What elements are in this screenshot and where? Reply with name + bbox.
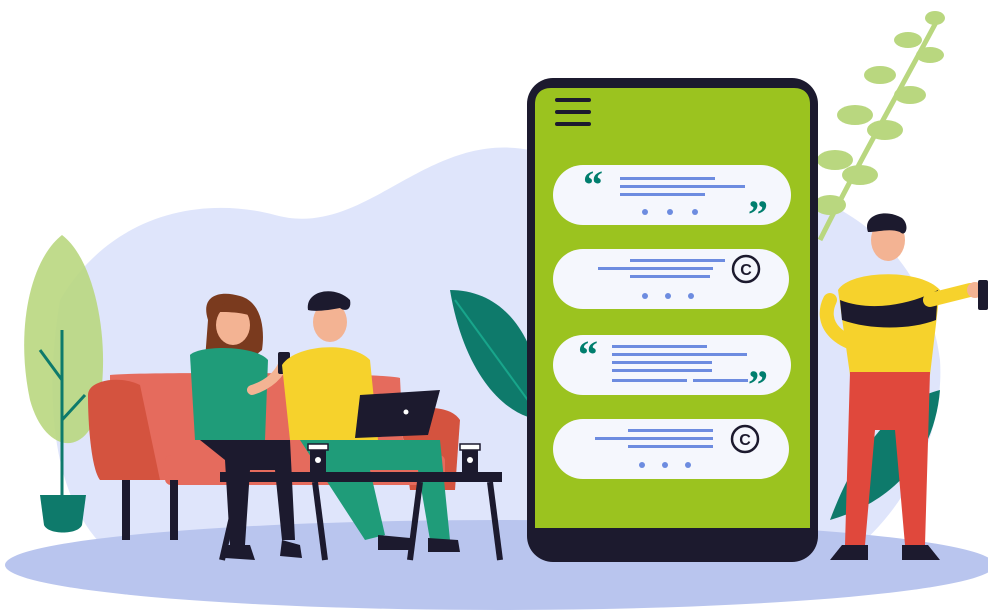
message-bubble-2[interactable]: C <box>553 249 789 309</box>
smartphone: “ ” C “ ” C <box>527 78 818 562</box>
message-bubble-4[interactable]: C <box>553 419 789 479</box>
laptop-icon <box>355 390 440 438</box>
close-quote-icon: ” <box>748 362 768 407</box>
close-quote-icon: ” <box>748 192 768 237</box>
coffee-cup-icon <box>307 443 329 472</box>
illustration-scene: “ ” C “ ” C <box>0 0 988 611</box>
illustration-canvas: “ ” C “ ” C <box>5 11 988 610</box>
open-quote-icon: “ <box>578 332 598 377</box>
svg-text:C: C <box>739 432 751 449</box>
coffee-cup-icon <box>459 443 481 472</box>
svg-text:C: C <box>740 262 752 279</box>
fern-plant <box>814 11 945 242</box>
standing-man-phone <box>978 280 988 310</box>
open-quote-icon: “ <box>583 162 603 207</box>
